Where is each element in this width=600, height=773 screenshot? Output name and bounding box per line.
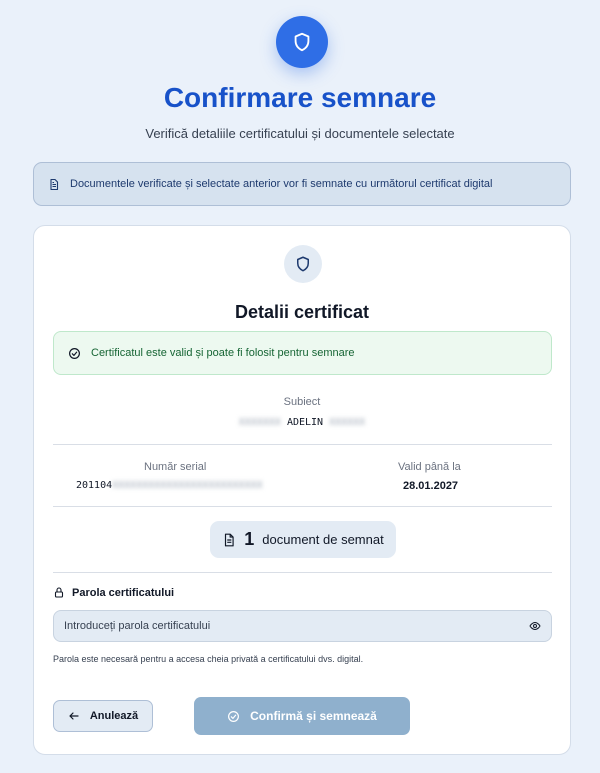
toggle-password-visibility[interactable]: [527, 618, 543, 634]
serial-visible: 201104: [76, 480, 113, 491]
password-label-text: Parola certificatului: [72, 586, 175, 599]
arrow-left-icon: [69, 712, 79, 720]
document-count: 1: [244, 529, 255, 549]
divider: [53, 444, 552, 445]
password-help-text: Parola este necesară pentru a accesa che…: [53, 654, 364, 664]
valid-until-value: 28.01.2027: [403, 480, 459, 492]
lock-icon: [54, 587, 64, 598]
document-icon: [225, 533, 234, 546]
cancel-button[interactable]: Anulează: [53, 700, 153, 732]
subject-value: XXXXXXX ADELIN XXXXXX: [34, 417, 570, 428]
redacted-text: XXXXXXX: [238, 417, 281, 428]
info-banner: Documentele verificate și selectate ante…: [33, 162, 571, 206]
confirm-sign-button[interactable]: Confirmă și semnează: [194, 697, 410, 735]
divider: [53, 572, 552, 573]
confirm-sign-label: Confirmă și semnează: [250, 709, 377, 723]
document-icon: [48, 178, 60, 191]
serial-label: Număr serial: [144, 461, 207, 473]
subject-visible: ADELIN: [286, 417, 324, 428]
page-subtitle: Verifică detaliile certificatului și doc…: [145, 126, 455, 141]
redacted-text: XXXXXX: [329, 417, 366, 428]
document-count-label: document de semnat: [262, 532, 384, 547]
validity-message: Certificatul este valid și poate fi folo…: [91, 347, 355, 359]
divider: [53, 506, 552, 507]
serial-value: 201104XXXXXXXXXXXXXXXXXXXXXXXXX: [76, 480, 263, 491]
check-circle-icon: [68, 347, 81, 360]
subject-label: Subiect: [283, 396, 321, 408]
info-banner-text: Documentele verificate și selectate ante…: [70, 178, 493, 190]
shield-icon: [294, 32, 310, 52]
valid-until-label: Valid până la: [398, 461, 461, 473]
shield-icon: [297, 256, 309, 272]
certificate-card: Detalii certificat Certificatul este val…: [33, 225, 571, 755]
redacted-text: XXXXXXXXXXXXXXXXXXXXXXXXX: [112, 480, 263, 491]
cancel-button-label: Anulează: [89, 710, 139, 722]
certificate-badge: [284, 245, 322, 283]
certificate-title: Detalii certificat: [234, 302, 370, 322]
page-title: Confirmare semnare: [163, 82, 437, 113]
password-label: Parola certificatului: [53, 586, 174, 599]
document-count-badge: 1 document de semnat: [210, 521, 396, 558]
shield-badge: [276, 16, 328, 68]
password-input[interactable]: [53, 610, 552, 642]
eye-icon: [529, 622, 541, 630]
check-circle-icon: [228, 710, 240, 722]
validity-alert: Certificatul este valid și poate fi folo…: [53, 331, 552, 375]
